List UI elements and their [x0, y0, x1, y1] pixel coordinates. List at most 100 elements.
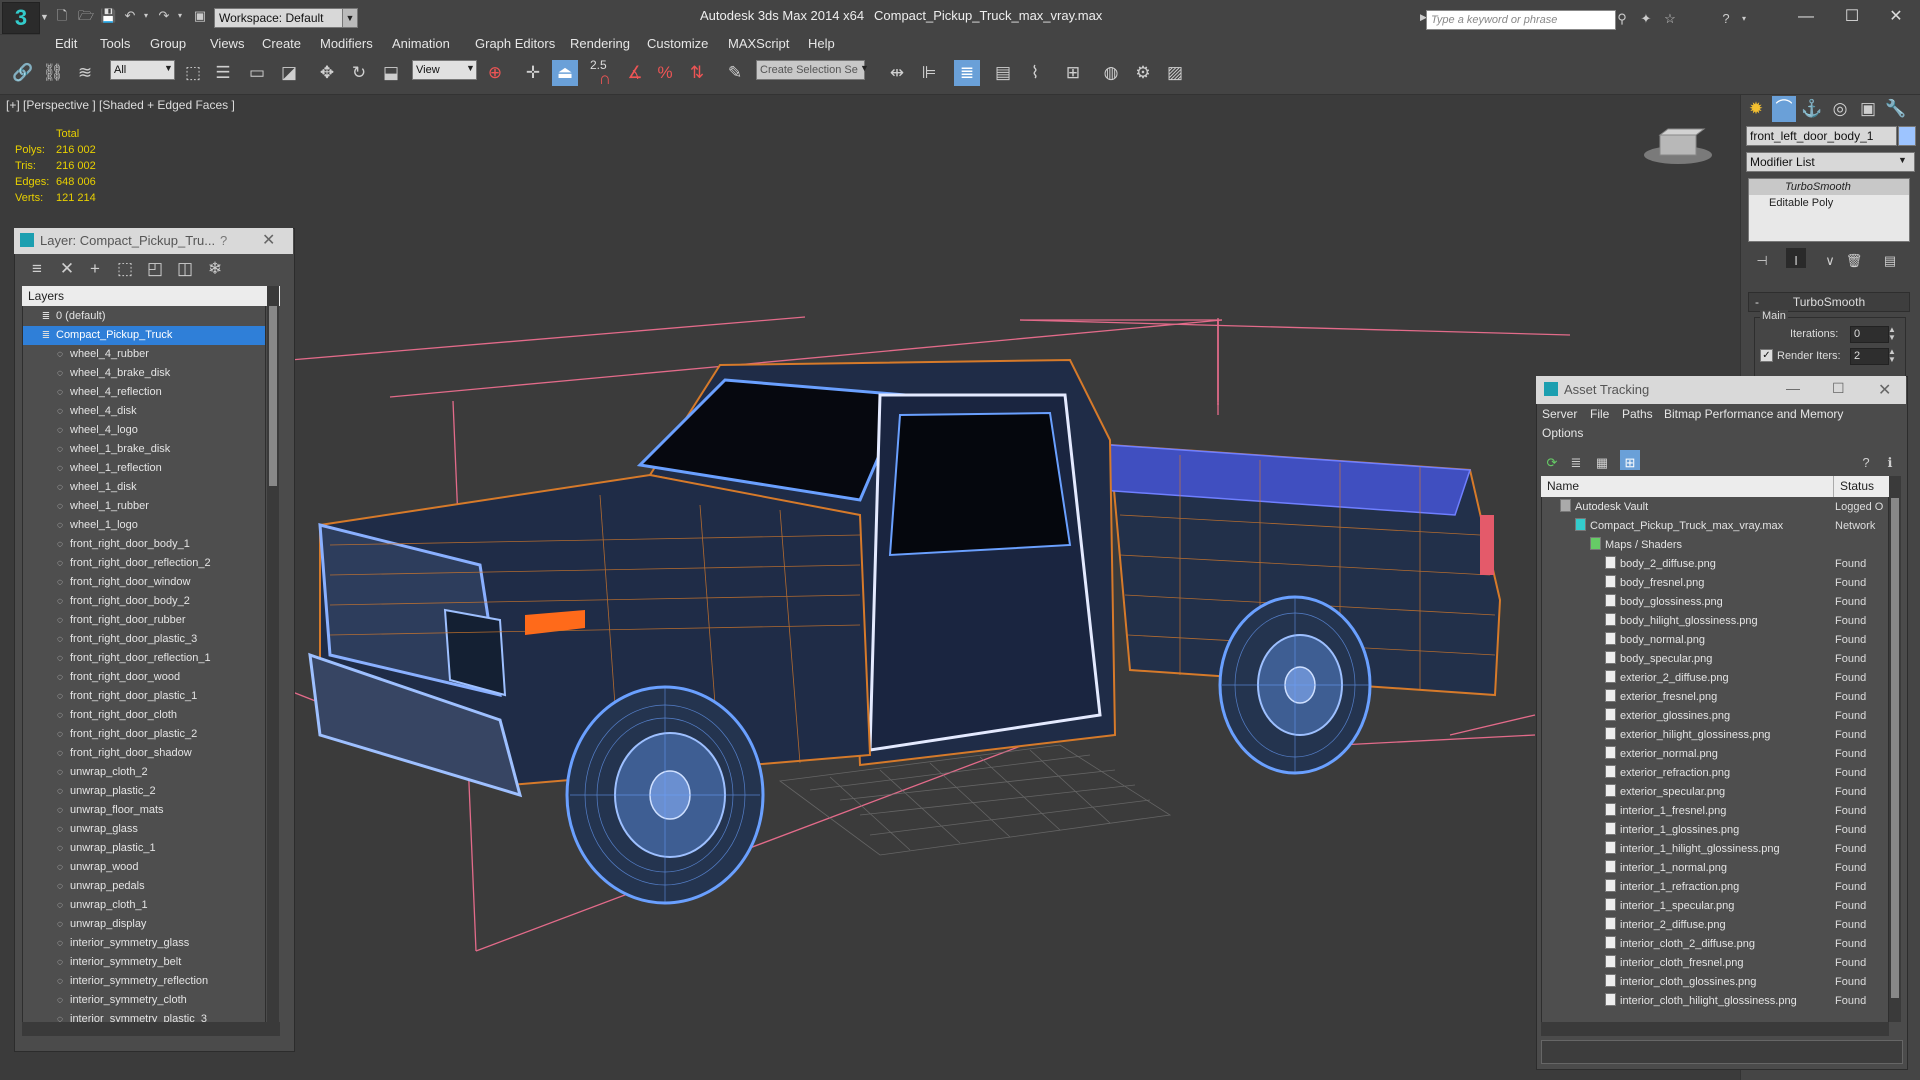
pivot-center-icon[interactable]: ⊕ [482, 60, 508, 86]
layer-row[interactable]: ◌ front_right_door_wood [23, 668, 265, 687]
layer-row[interactable]: ◌ unwrap_display [23, 915, 265, 934]
asset-tracking-title-bar[interactable]: Asset Tracking [1536, 376, 1906, 404]
asset-row[interactable]: body_hilight_glossiness.png Found [1542, 612, 1888, 631]
asset-row[interactable]: interior_cloth_glossines.png Found [1542, 973, 1888, 992]
menu-customize[interactable]: Customize [647, 34, 708, 54]
project-folder-icon[interactable]: ▣ [192, 8, 208, 24]
asset-row[interactable]: interior_cloth_2_diffuse.png Found [1542, 935, 1888, 954]
layer-row[interactable]: ◌ front_right_door_reflection_2 [23, 554, 265, 573]
asset-row[interactable]: body_2_diffuse.png Found [1542, 555, 1888, 574]
render-setup-icon[interactable]: ⚙ [1130, 60, 1156, 86]
asset-row[interactable]: exterior_glossines.png Found [1542, 707, 1888, 726]
layer-row[interactable]: ◌ unwrap_glass [23, 820, 265, 839]
binoculars-icon[interactable]: ⚲ [1614, 11, 1630, 27]
layer-row[interactable]: ◌ unwrap_pedals [23, 877, 265, 896]
open-file-icon[interactable]: 🗁 [78, 8, 94, 24]
redo-icon[interactable]: ↷ [156, 8, 172, 24]
utilities-tab-icon[interactable]: 🔧 [1884, 96, 1908, 122]
layer-row[interactable]: ◌ interior_symmetry_reflection [23, 972, 265, 991]
make-unique-icon[interactable]: ∨ [1820, 248, 1840, 268]
layer-row[interactable]: ◌ unwrap_cloth_1 [23, 896, 265, 915]
select-and-rotate-icon[interactable]: ↻ [346, 60, 372, 86]
asset-horizontal-scrollbar[interactable] [1541, 1022, 1889, 1036]
asset-menu-paths[interactable]: Paths [1622, 407, 1653, 421]
layer-row[interactable]: ◌ wheel_1_disk [23, 478, 265, 497]
select-and-manipulate-icon[interactable]: ✛ [520, 60, 546, 86]
configure-modifier-sets-icon[interactable]: ▤ [1880, 248, 1900, 268]
asset-help-icon[interactable]: ? [1856, 450, 1876, 470]
asset-row[interactable]: Compact_Pickup_Truck_max_vray.max Network [1542, 517, 1888, 536]
asset-row[interactable]: exterior_fresnel.png Found [1542, 688, 1888, 707]
layer-row[interactable]: ◌ front_right_door_body_2 [23, 592, 265, 611]
layer-manager-icon[interactable]: ≣ [954, 60, 980, 86]
iterations-spinner[interactable]: 0 [1850, 326, 1889, 343]
layer-row[interactable]: ◌ unwrap_plastic_2 [23, 782, 265, 801]
select-by-name-icon[interactable]: ☰ [210, 60, 236, 86]
motion-tab-icon[interactable]: ◎ [1828, 96, 1852, 122]
new-file-icon[interactable]: 🗋 [54, 8, 70, 24]
remove-modifier-icon[interactable]: 🗑 [1844, 248, 1864, 268]
asset-row[interactable]: interior_1_glossines.png Found [1542, 821, 1888, 840]
turbosmooth-rollout-header[interactable]: - TurboSmooth [1748, 292, 1910, 312]
render-iters-checkbox[interactable]: ✓ [1760, 349, 1773, 362]
layer-row[interactable]: ◌ front_right_door_reflection_1 [23, 649, 265, 668]
layer-row[interactable]: ◌ unwrap_floor_mats [23, 801, 265, 820]
layer-row[interactable]: ◌ front_right_door_cloth [23, 706, 265, 725]
modify-tab-icon[interactable]: ⌒ [1772, 96, 1796, 122]
menu-graph-editors[interactable]: Graph Editors [475, 34, 555, 54]
asset-row[interactable]: interior_2_diffuse.png Found [1542, 916, 1888, 935]
bind-space-warp-icon[interactable]: ≋ [72, 60, 98, 86]
menu-rendering[interactable]: Rendering [570, 34, 630, 54]
hierarchy-tab-icon[interactable]: ⚓ [1800, 96, 1824, 122]
layer-row[interactable]: ◌ front_right_door_body_1 [23, 535, 265, 554]
render-production-icon[interactable] [1164, 60, 1190, 86]
menu-group[interactable]: Group [150, 34, 186, 54]
select-in-layer-icon[interactable]: ⬚ [114, 256, 136, 282]
layer-row[interactable]: ◌ interior_symmetry_belt [23, 953, 265, 972]
layer-row[interactable]: ◌ front_right_door_plastic_1 [23, 687, 265, 706]
layer-row[interactable]: ◌ front_right_door_plastic_3 [23, 630, 265, 649]
modifier-list-dropdown[interactable]: Modifier List [1746, 152, 1915, 172]
keyboard-shortcut-override-icon[interactable]: ⏏ [552, 60, 578, 86]
modifier-stack[interactable]: TurboSmooth Editable Poly [1748, 178, 1910, 242]
help-dropdown-icon[interactable]: ▾ [1736, 11, 1752, 27]
menu-views[interactable]: Views [210, 34, 244, 54]
chevron-down-icon[interactable]: ▼ [164, 63, 173, 73]
schematic-view-icon[interactable]: ⊞ [1060, 60, 1086, 86]
favorites-star-icon[interactable]: ☆ [1662, 11, 1678, 27]
pin-stack-icon[interactable]: ⊣ [1752, 248, 1772, 268]
asset-row[interactable]: exterior_refraction.png Found [1542, 764, 1888, 783]
highlight-layer-icon[interactable]: ◰ [144, 256, 166, 282]
close-icon[interactable]: ✕ [1876, 4, 1916, 30]
show-end-result-icon[interactable]: I [1786, 248, 1806, 268]
chevron-down-icon[interactable]: ▼ [342, 8, 358, 28]
redo-dropdown-icon[interactable]: ▾ [172, 8, 188, 24]
asset-row[interactable]: exterior_specular.png Found [1542, 783, 1888, 802]
layer-row[interactable]: ◌ unwrap_plastic_1 [23, 839, 265, 858]
menu-help[interactable]: Help [808, 34, 835, 54]
layer-row-selected[interactable]: ≣ Compact_Pickup_Truck [23, 326, 265, 345]
align-icon[interactable]: ⊫ [916, 60, 942, 86]
asset-row[interactable]: interior_1_fresnel.png Found [1542, 802, 1888, 821]
asset-row[interactable]: interior_1_refraction.png Found [1542, 878, 1888, 897]
select-and-move-icon[interactable]: ✥ [314, 60, 340, 86]
layer-help-icon[interactable]: ? [220, 233, 227, 248]
layer-row[interactable]: ◌ interior_symmetry_cloth [23, 991, 265, 1010]
app-logo-icon[interactable]: 3 [2, 2, 40, 34]
spinner-arrows-icon[interactable]: ▲ ▼ [1888, 326, 1896, 342]
layer-row[interactable]: ≣ 0 (default) [23, 307, 265, 326]
spinner-snap-icon[interactable]: ⇅ [684, 60, 710, 86]
create-layer-icon[interactable]: ≡ [26, 256, 48, 282]
add-to-layer-icon[interactable]: + [84, 256, 106, 282]
menu-create[interactable]: Create [262, 34, 301, 54]
asset-row[interactable]: body_fresnel.png Found [1542, 574, 1888, 593]
window-crossing-icon[interactable]: ◪ [276, 60, 302, 86]
stack-item-editable-poly[interactable]: Editable Poly [1749, 195, 1909, 211]
asset-table-header[interactable]: Name Status [1541, 476, 1901, 497]
mirror-icon[interactable]: ⇹ [884, 60, 910, 86]
layer-list[interactable]: ≣ 0 (default) ≣ Compact_Pickup_Truck ◌ wheel_… [22, 286, 266, 1024]
delete-layer-icon[interactable]: ✕ [56, 256, 78, 282]
refresh-icon[interactable]: ⟳ [1542, 450, 1562, 470]
layer-row[interactable]: ◌ front_right_door_window [23, 573, 265, 592]
asset-row[interactable]: interior_1_normal.png Found [1542, 859, 1888, 878]
